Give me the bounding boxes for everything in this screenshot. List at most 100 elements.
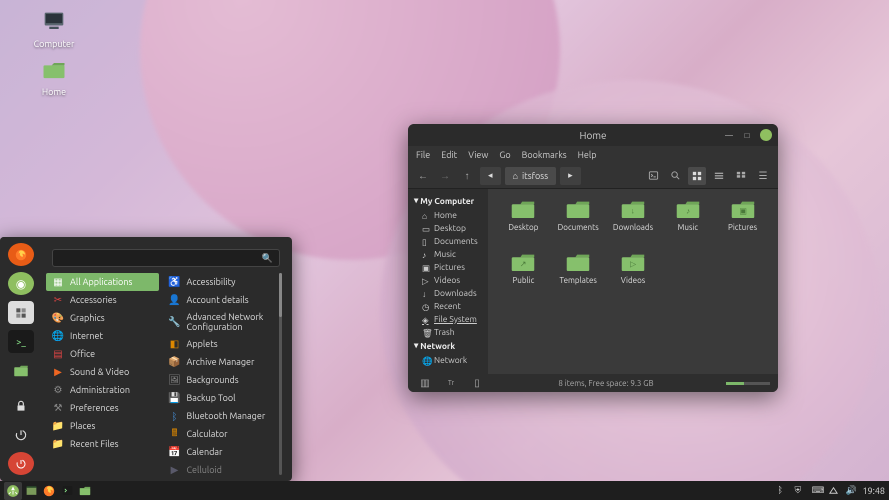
folder-icon: ↓: [620, 199, 646, 219]
category-recent[interactable]: 📁Recent Files: [46, 435, 159, 453]
folder-music[interactable]: ♪Music: [660, 199, 715, 232]
category-places[interactable]: 📁Places: [46, 417, 159, 435]
app-applets[interactable]: ◧Applets: [163, 335, 276, 353]
category-graphics[interactable]: 🎨Graphics: [46, 309, 159, 327]
menu-edit[interactable]: Edit: [441, 150, 457, 160]
rail-logout-icon[interactable]: [8, 423, 34, 446]
app-celluloid[interactable]: ▶Celluloid: [163, 461, 276, 475]
path-segment[interactable]: ⌂ itsfoss: [505, 167, 557, 185]
tree-toggle-icon[interactable]: ▥: [416, 374, 434, 392]
maximize-button[interactable]: □: [742, 130, 752, 140]
sidebar-item-desktop[interactable]: ▭Desktop: [412, 221, 484, 234]
desktop-icon-home[interactable]: Home: [24, 56, 84, 97]
hamburger-button[interactable]: ☰: [754, 167, 772, 185]
taskbar[interactable]: ᛒ ⛨ ⌨ 🔊 19:48: [0, 481, 889, 500]
rail-lock-icon[interactable]: [8, 394, 34, 417]
rail-firefox-icon[interactable]: [8, 243, 34, 266]
list-view-button[interactable]: [710, 167, 728, 185]
panel-show-desktop[interactable]: [22, 482, 40, 500]
rail-files-icon[interactable]: [8, 359, 34, 382]
split-toggle-icon[interactable]: ▯: [468, 374, 486, 392]
category-office[interactable]: ▤Office: [46, 345, 159, 363]
sidebar-item-documents[interactable]: ▯Documents: [412, 234, 484, 247]
app-accessibility[interactable]: ♿Accessibility: [163, 273, 276, 291]
sidebar-item-trash[interactable]: 🗑Trash: [412, 325, 484, 338]
folder-label: Templates: [560, 276, 597, 285]
sidebar-item-recent[interactable]: ◷Recent: [412, 299, 484, 312]
sidebar-item-downloads[interactable]: ↓Downloads: [412, 286, 484, 299]
folder-videos[interactable]: ▷Videos: [606, 252, 661, 285]
category-sound-video[interactable]: ▶Sound & Video: [46, 363, 159, 381]
app-calculator[interactable]: 🖩Calculator: [163, 425, 276, 443]
menu-help[interactable]: Help: [578, 150, 597, 160]
folder-public[interactable]: ↗Public: [496, 252, 551, 285]
sidebar-item-pictures[interactable]: ▣Pictures: [412, 260, 484, 273]
calculator-icon: 🖩: [169, 428, 181, 440]
desktop-icon-computer[interactable]: Computer: [24, 8, 84, 49]
menu-go[interactable]: Go: [499, 150, 510, 160]
places-toggle-icon[interactable]: Tr: [442, 374, 460, 392]
tray-volume-icon[interactable]: 🔊: [845, 485, 856, 496]
category-administration[interactable]: ⚙Administration: [46, 381, 159, 399]
category-accessories[interactable]: ✂Accessories: [46, 291, 159, 309]
sidebar-item-music[interactable]: ♪Music: [412, 247, 484, 260]
tray-network-icon[interactable]: [828, 485, 839, 496]
app-account[interactable]: 👤Account details: [163, 291, 276, 309]
folder-templates[interactable]: Templates: [551, 252, 606, 285]
menu-bookmarks[interactable]: Bookmarks: [522, 150, 567, 160]
back-button[interactable]: ←: [414, 167, 432, 185]
rail-terminal-icon[interactable]: >_: [8, 330, 34, 353]
folder-documents[interactable]: Documents: [551, 199, 606, 232]
panel-terminal[interactable]: [58, 482, 76, 500]
app-backup[interactable]: 💾Backup Tool: [163, 389, 276, 407]
panel-firefox[interactable]: [40, 482, 58, 500]
terminal-button[interactable]: [644, 167, 662, 185]
category-all[interactable]: ▦All Applications: [46, 273, 159, 291]
folder-pictures[interactable]: ▣Pictures: [715, 199, 770, 232]
rail-software-icon[interactable]: ◉: [8, 272, 34, 295]
app-calendar[interactable]: 📅Calendar: [163, 443, 276, 461]
category-internet[interactable]: 🌐Internet: [46, 327, 159, 345]
app-bluetooth[interactable]: ᛒBluetooth Manager: [163, 407, 276, 425]
sidebar-header-network[interactable]: ▾ Network: [412, 338, 484, 353]
compact-view-button[interactable]: [732, 167, 750, 185]
sidebar-header-computer[interactable]: ▾ My Computer: [412, 193, 484, 208]
folder-icon: [565, 199, 591, 219]
app-list-scrollbar[interactable]: [279, 273, 282, 475]
close-button[interactable]: [760, 129, 772, 141]
rail-settings-icon[interactable]: [8, 301, 34, 324]
rail-power-icon[interactable]: [8, 452, 34, 475]
menu-search[interactable]: 🔍: [52, 249, 280, 267]
icon-view-button[interactable]: [688, 167, 706, 185]
up-button[interactable]: ↑: [458, 167, 476, 185]
menu-file[interactable]: File: [416, 150, 430, 160]
search-button[interactable]: [666, 167, 684, 185]
folder-desktop[interactable]: Desktop: [496, 199, 551, 232]
tray-updates-icon[interactable]: ⛨: [794, 485, 805, 496]
application-menu[interactable]: ◉ >_ 🔍 ▦All Applications ✂Accessories 🎨G…: [0, 237, 292, 481]
tray-bluetooth-icon[interactable]: ᛒ: [777, 485, 788, 496]
window-title: Home: [580, 130, 607, 141]
sidebar-item-videos[interactable]: ▷Videos: [412, 273, 484, 286]
sidebar-item-filesystem[interactable]: ◈File System: [412, 312, 484, 325]
panel-files[interactable]: [76, 482, 94, 500]
app-network-config[interactable]: 🔧Advanced Network Configuration: [163, 309, 276, 335]
app-archive[interactable]: 📦Archive Manager: [163, 353, 276, 371]
sidebar-item-home[interactable]: ⌂Home: [412, 208, 484, 221]
minimize-button[interactable]: —: [724, 130, 734, 140]
menu-view[interactable]: View: [468, 150, 488, 160]
window-titlebar[interactable]: Home — □: [408, 124, 778, 146]
path-home-button[interactable]: ◂: [480, 167, 501, 185]
tray-keyboard-icon[interactable]: ⌨: [811, 485, 822, 496]
search-input[interactable]: [59, 253, 262, 263]
folder-downloads[interactable]: ↓Downloads: [606, 199, 661, 232]
forward-button[interactable]: →: [436, 167, 454, 185]
clock[interactable]: 19:48: [862, 486, 885, 496]
category-preferences[interactable]: ⚒Preferences: [46, 399, 159, 417]
file-manager-window[interactable]: Home — □ File Edit View Go Bookmarks Hel…: [408, 124, 778, 392]
app-backgrounds[interactable]: 🖼Backgrounds: [163, 371, 276, 389]
folder-view[interactable]: DesktopDocuments↓Downloads♪Music▣Picture…: [488, 189, 778, 374]
panel-menu-button[interactable]: [4, 482, 22, 500]
path-forward-button[interactable]: ▸: [560, 167, 581, 185]
sidebar-item-network[interactable]: 🌐Network: [412, 353, 484, 366]
